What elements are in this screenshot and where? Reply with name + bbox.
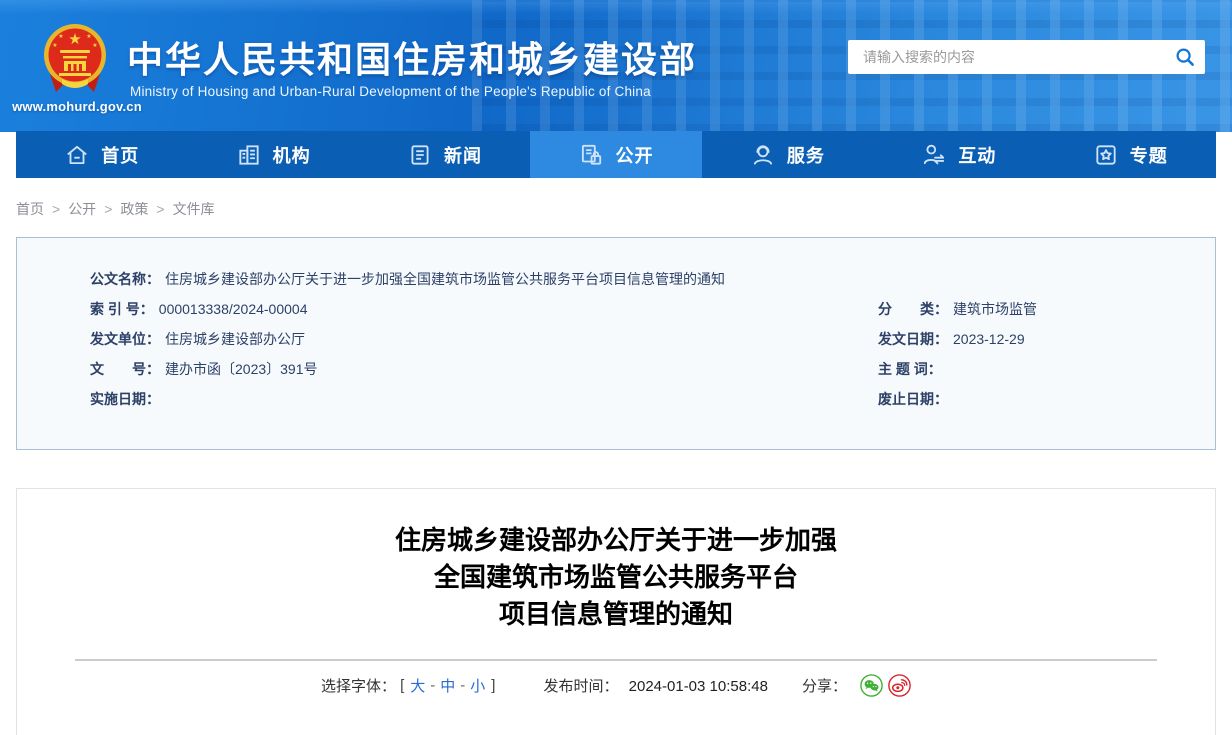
font-selector-label: 选择字体： [321,678,397,695]
wechat-icon[interactable] [860,674,883,697]
site-url: www.mohurd.gov.cn [12,99,142,114]
font-size-medium-button[interactable]: 中 [440,675,455,696]
topics-icon [1096,144,1116,165]
nav-item-label: 首页 [101,145,140,166]
news-icon [411,144,429,165]
interaction-icon [924,144,945,164]
title-divider [75,659,1157,661]
nav-item-label: 公开 [615,145,654,166]
meta-field-repeal-date: 废止日期： [878,384,1215,414]
breadcrumb-item-home[interactable]: 首页 [16,199,44,219]
meta-label: 索 引 号： [90,301,154,317]
breadcrumb-item-policy[interactable]: 政策 [120,199,148,219]
breadcrumb-separator: > [156,201,165,217]
nav-item-news[interactable]: 新闻 [359,131,530,178]
dash-separator: - [460,677,466,694]
search-button[interactable] [1165,40,1205,74]
meta-field-implement-date: 实施日期： [17,384,878,414]
article-title-line: 全国建筑市场监管公共服务平台 [433,562,798,592]
share-row: 分享： [802,674,911,697]
breadcrumb-separator: > [104,201,113,217]
meta-field-subject-words: 主 题 词： [878,354,1215,384]
site-header: ★ ★ ★ ★ ★ www.mohurd.gov.cn 中华人民共和国住房和城乡… [0,0,1232,132]
search-box [848,40,1205,74]
article-panel: 住房城乡建设部办公厅关于进一步加强 全国建筑市场监管公共服务平台 项目信息管理的… [16,488,1216,735]
nav-item-label: 专题 [1129,145,1168,166]
nav-item-label: 新闻 [444,145,483,166]
dash-separator: - [430,677,436,694]
meta-field-doc-no: 文 号： 建办市函〔2023〕391号 [17,354,878,384]
svg-text:★: ★ [92,42,97,49]
meta-value: 建办市函〔2023〕391号 [165,361,318,377]
nav-item-topics[interactable]: 专题 [1045,131,1216,178]
article-title-line: 住房城乡建设部办公厅关于进一步加强 [394,525,837,555]
document-meta-panel: 公文名称： 住房城乡建设部办公厅关于进一步加强全国建筑市场监管公共服务平台项目信… [16,237,1216,450]
national-emblem-logo: ★ ★ ★ ★ ★ [44,24,106,92]
meta-label: 公文名称： [90,271,160,287]
meta-label: 文 号： [90,361,160,377]
svg-text:★: ★ [58,33,63,40]
meta-field-issuer: 发文单位： 住房城乡建设部办公厅 [17,324,878,354]
nav-item-interaction[interactable]: 互动 [873,131,1044,178]
nav-item-label: 服务 [786,145,825,166]
disclosure-icon [582,144,602,165]
meta-label: 主 题 词： [878,361,942,377]
article-title: 住房城乡建设部办公厅关于进一步加强 全国建筑市场监管公共服务平台 项目信息管理的… [17,522,1215,633]
meta-label: 废止日期： [878,391,948,407]
breadcrumb-separator: > [52,201,61,217]
bracket-close: ] [491,677,496,694]
meta-field-index-no: 索 引 号： 000013338/2024-00004 [17,294,878,324]
weibo-icon[interactable] [888,674,911,697]
site-subtitle-english: Ministry of Housing and Urban-Rural Deve… [130,84,651,99]
share-label: 分享： [801,678,847,695]
svg-text:★: ★ [52,42,57,49]
breadcrumb-item-disclosure[interactable]: 公开 [68,199,96,219]
svg-text:★: ★ [68,31,81,48]
meta-value: 建筑市场监管 [953,301,1037,317]
main-nav: 首页 机构 新闻 公开 服务 互动 专题 [16,131,1216,178]
article-title-line: 项目信息管理的通知 [498,599,733,629]
meta-value: 住房城乡建设部办公厅 [165,331,305,347]
meta-label: 发文日期： [878,331,948,347]
publish-time-label: 发布时间： [543,678,619,695]
meta-value: 住房城乡建设部办公厅关于进一步加强全国建筑市场监管公共服务平台项目信息管理的通知 [165,271,725,287]
meta-field-issue-date: 发文日期： 2023-12-29 [878,324,1215,354]
page: ★ ★ ★ ★ ★ www.mohurd.gov.cn 中华人民共和国住房和城乡… [0,0,1232,735]
svg-text:★: ★ [86,33,91,40]
organization-icon [239,144,259,165]
nav-item-organization[interactable]: 机构 [187,131,358,178]
search-input[interactable] [848,40,1165,74]
font-size-small-button[interactable]: 小 [470,675,485,696]
meta-value: 000013338/2024-00004 [158,301,308,317]
nav-item-service[interactable]: 服务 [702,131,873,178]
site-title: 中华人民共和国住房和城乡建设部 [127,39,698,80]
publish-time: 发布时间： 2024-01-03 10:58:48 [543,675,767,696]
font-size-large-button[interactable]: 大 [410,675,425,696]
home-icon [67,145,87,164]
nav-item-label: 机构 [272,145,311,166]
meta-label: 发文单位： [90,331,160,347]
publish-time-value: 2024-01-03 10:58:48 [628,678,768,695]
nav-item-label: 互动 [958,145,997,166]
search-icon [1176,48,1194,66]
breadcrumb-item-library[interactable]: 文件库 [173,199,215,219]
article-meta-row: 选择字体： [ 大 - 中 - 小 ] 发布时间： 2024-01-03 10:… [17,674,1215,697]
font-size-selector: 选择字体： [ 大 - 中 - 小 ] [321,675,499,696]
meta-label: 实施日期： [90,391,160,407]
breadcrumb: 首页 > 公开 > 政策 > 文件库 [16,199,215,219]
nav-item-home[interactable]: 首页 [16,131,187,178]
meta-field-doc-name: 公文名称： 住房城乡建设部办公厅关于进一步加强全国建筑市场监管公共服务平台项目信… [17,264,1215,294]
meta-label: 分 类： [878,301,948,317]
meta-value: 2023-12-29 [953,331,1025,347]
bracket-open: [ [400,677,405,694]
service-icon [753,144,772,165]
meta-field-category: 分 类： 建筑市场监管 [878,294,1215,324]
nav-item-disclosure[interactable]: 公开 [530,131,702,178]
